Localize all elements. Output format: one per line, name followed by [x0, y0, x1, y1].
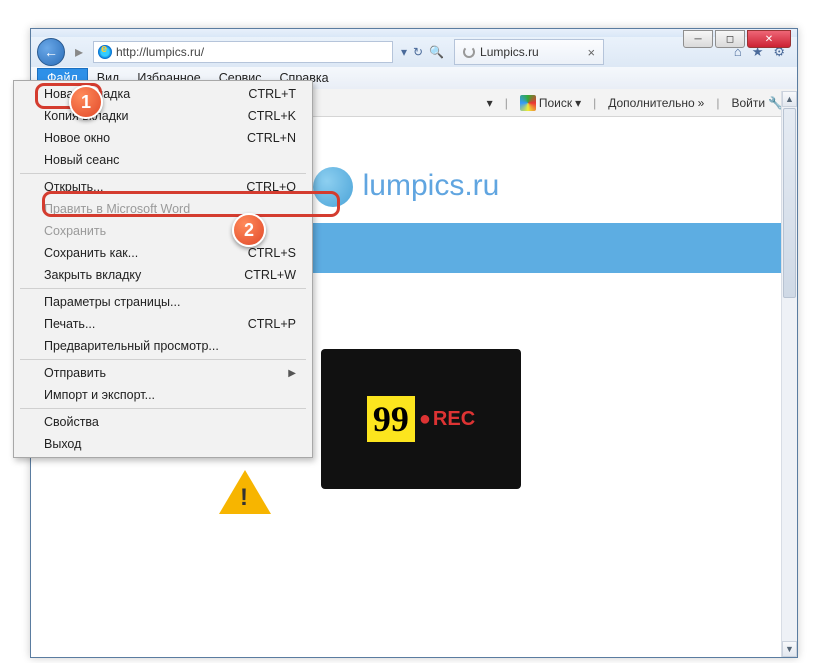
annotation-badge-2: 2 [232, 213, 266, 247]
minimize-button[interactable]: ─ [683, 30, 713, 48]
scroll-up-icon[interactable]: ▲ [782, 91, 797, 107]
file-dropdown-menu: Новая вкладкаCTRL+T Копия вкладкиCTRL+K … [13, 80, 313, 458]
menu-item-properties[interactable]: Свойства [16, 411, 310, 433]
menu-item-import-export[interactable]: Импорт и экспорт... [16, 384, 310, 406]
menu-item-save-as[interactable]: Сохранить как...CTRL+S [16, 242, 310, 264]
maximize-button[interactable]: ◻ [715, 30, 745, 48]
menu-item-print[interactable]: Печать...CTRL+P [16, 313, 310, 335]
tab-title: Lumpics.ru [480, 45, 539, 59]
menu-item-dup-tab[interactable]: Копия вкладкиCTRL+K [16, 105, 310, 127]
window-controls: ─ ◻ ✕ [683, 30, 791, 48]
tab-close-icon[interactable]: × [587, 45, 595, 60]
menu-item-send[interactable]: Отправить▶ [16, 362, 310, 384]
annotation-badge-1: 1 [69, 85, 103, 119]
address-bar[interactable]: http://lumpics.ru/ [93, 41, 393, 63]
close-button[interactable]: ✕ [747, 30, 791, 48]
monitor-icon: 99 REC [321, 349, 521, 489]
rec-label: REC [419, 408, 475, 431]
menu-item-close-tab[interactable]: Закрыть вкладкуCTRL+W [16, 264, 310, 286]
loading-spinner-icon [463, 46, 475, 58]
menu-item-open[interactable]: Открыть...CTRL+O [16, 176, 310, 198]
brand-logo-icon [313, 167, 353, 207]
browser-tab[interactable]: Lumpics.ru × [454, 39, 604, 65]
warning-icon [219, 470, 271, 514]
forward-button[interactable]: ▸ [69, 42, 89, 62]
menu-item-edit-word: Править в Microsoft Word [16, 198, 310, 220]
scroll-thumb[interactable] [783, 108, 796, 298]
vertical-scrollbar[interactable]: ▲ ▼ [781, 91, 797, 657]
menu-item-print-preview[interactable]: Предварительный просмотр... [16, 335, 310, 357]
ie-icon [98, 45, 112, 59]
toolbar-search[interactable]: Поиск ▾ [520, 95, 581, 111]
menu-item-exit[interactable]: Выход [16, 433, 310, 455]
url-text: http://lumpics.ru/ [116, 45, 204, 59]
scroll-down-icon[interactable]: ▼ [782, 641, 797, 657]
google-icon [520, 95, 536, 111]
menu-item-new-window[interactable]: Новое окноCTRL+N [16, 127, 310, 149]
address-bar-buttons: ▾ ↻ 🔍 [401, 45, 444, 59]
card-fraps[interactable]: 99 REC [321, 349, 521, 509]
menu-item-new-session[interactable]: Новый сеанс [16, 149, 310, 171]
search-icon[interactable]: 🔍 [429, 45, 444, 59]
toolbar-dropdown-icon[interactable]: ▾ [487, 96, 493, 110]
refresh-icon[interactable]: ↻ [413, 45, 423, 59]
dropdown-icon[interactable]: ▾ [401, 45, 407, 59]
back-button[interactable]: ← [37, 38, 65, 66]
menu-item-page-setup[interactable]: Параметры страницы... [16, 291, 310, 313]
menu-item-new-tab[interactable]: Новая вкладкаCTRL+T [16, 83, 310, 105]
toolbar-more[interactable]: Дополнительно » [608, 96, 704, 110]
fps-counter: 99 [367, 396, 415, 442]
